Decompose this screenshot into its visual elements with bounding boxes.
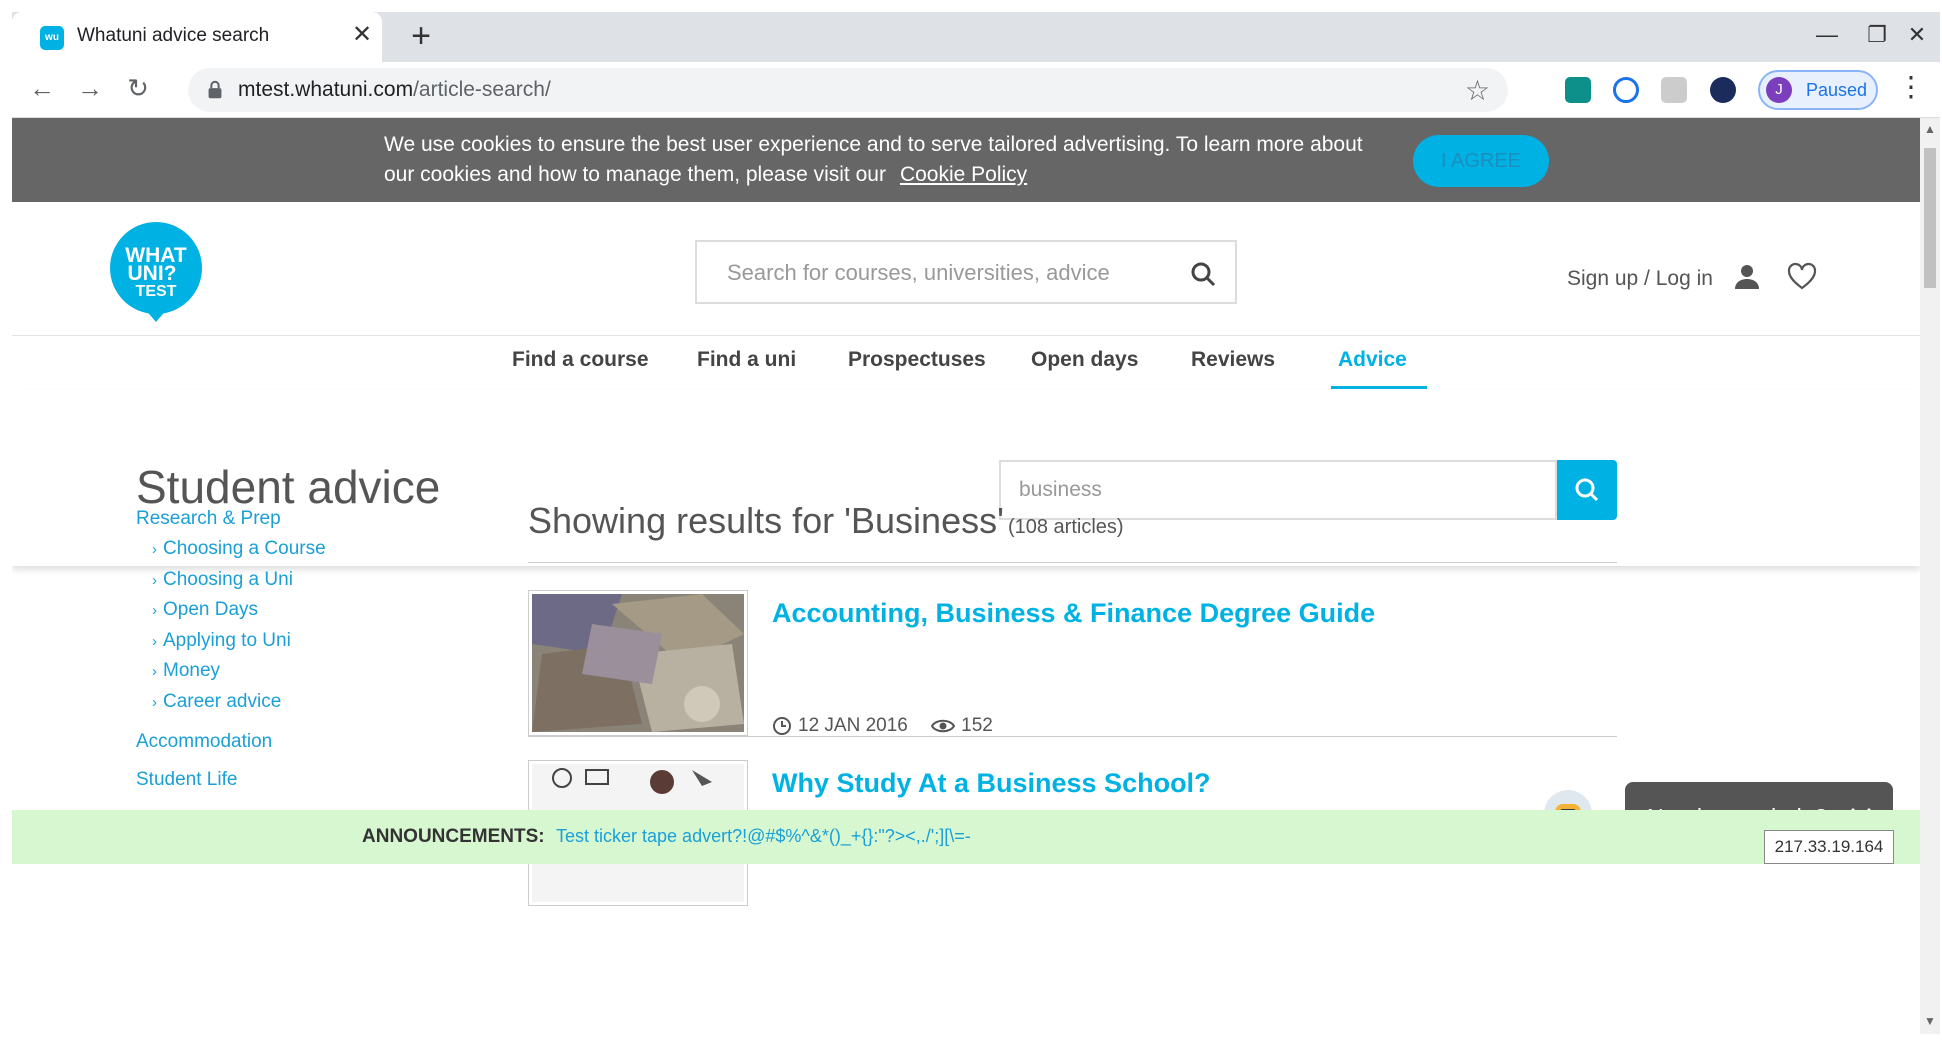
scroll-up-icon[interactable]: ▲: [1924, 122, 1936, 136]
results-count: (108 articles): [1007, 516, 1124, 538]
agree-button[interactable]: I AGREE: [1413, 135, 1549, 187]
tab-active[interactable]: wu Whatuni advice search ✕: [12, 12, 382, 62]
scroll-thumb[interactable]: [1924, 148, 1936, 288]
scroll-down-icon[interactable]: ▼: [1924, 1014, 1936, 1028]
close-window-icon[interactable]: ✕: [1892, 20, 1942, 50]
cookie-banner: We use cookies to ensure the best user e…: [12, 118, 1920, 202]
article-card[interactable]: Accounting, Business & Finance Degree Gu…: [528, 590, 1617, 740]
page-scrollbar[interactable]: ▲ ▼: [1920, 118, 1940, 1034]
sidebar-student-life[interactable]: Student Life: [136, 769, 237, 791]
chevron-right-icon: ›: [152, 633, 157, 650]
nav-open-days[interactable]: Open days: [1031, 348, 1138, 372]
favicon-icon: wu: [40, 26, 64, 50]
ticker-link[interactable]: Test ticker tape advert?!@#$%^&*()_+{}:"…: [556, 826, 971, 847]
tab-title: Whatuni advice search: [77, 25, 270, 46]
sidebar-item-choosing-uni[interactable]: › Choosing a Uni: [152, 569, 293, 591]
signup-login-link[interactable]: Sign up / Log in: [1567, 267, 1713, 291]
forward-icon[interactable]: →: [72, 70, 108, 106]
clock-icon: [773, 716, 791, 735]
page-title: Student advice: [136, 461, 441, 513]
profile-button[interactable]: J Paused: [1758, 70, 1878, 110]
avatar: J: [1766, 77, 1792, 103]
ip-address-badge: 217.33.19.164: [1764, 830, 1894, 864]
menu-icon[interactable]: ⋮: [1897, 72, 1925, 102]
extension-icon-4[interactable]: [1710, 77, 1736, 103]
chevron-right-icon: ›: [152, 663, 157, 680]
cookie-policy-link[interactable]: Cookie Policy: [900, 163, 1027, 186]
whatuni-logo[interactable]: WHAT UNI? TEST: [108, 220, 204, 324]
nav-reviews[interactable]: Reviews: [1191, 348, 1275, 372]
sidebar-item-career[interactable]: › Career advice: [152, 691, 281, 713]
nav-advice[interactable]: Advice: [1338, 348, 1407, 372]
nav-find-a-course[interactable]: Find a course: [512, 348, 649, 372]
browser-toolbar: ← → ↻ mtest.whatuni.com/article-search/ …: [12, 62, 1940, 118]
advice-search-button[interactable]: [1557, 460, 1617, 520]
results-heading: Showing results for 'Business' (108 artic…: [528, 500, 1124, 541]
user-icon[interactable]: [1732, 262, 1762, 292]
article-meta: 12 JAN 2016 152: [772, 715, 993, 737]
article-title[interactable]: Accounting, Business & Finance Degree Gu…: [772, 598, 1375, 629]
banknotes-image: [532, 594, 744, 732]
nav-prospectuses[interactable]: Prospectuses: [848, 348, 986, 372]
sidebar-item-choosing-course[interactable]: › Choosing a Course: [152, 538, 326, 560]
extension-icon-1[interactable]: [1565, 77, 1591, 103]
sidebar-item-applying[interactable]: › Applying to Uni: [152, 630, 291, 652]
results-divider: [528, 562, 1617, 563]
chevron-right-icon: ›: [152, 694, 157, 711]
active-tab-underline: [1331, 386, 1427, 389]
page-viewport: We use cookies to ensure the best user e…: [12, 118, 1920, 1034]
article-views: 152: [961, 715, 993, 736]
search-icon: [1575, 478, 1599, 502]
back-icon[interactable]: ←: [24, 70, 60, 106]
extension-icon-3[interactable]: [1661, 77, 1687, 103]
eye-icon: [931, 719, 956, 733]
nav-find-a-uni[interactable]: Find a uni: [697, 348, 796, 372]
lock-icon: [208, 80, 222, 99]
ticker-label: ANNOUNCEMENTS:: [362, 826, 545, 847]
svg-text:TEST: TEST: [136, 283, 177, 300]
profile-status: Paused: [1806, 80, 1868, 100]
new-tab-button[interactable]: +: [404, 19, 438, 54]
advice-search-value: business: [1019, 478, 1102, 501]
extension-icon-2[interactable]: [1613, 77, 1639, 103]
site-header: WHAT UNI? TEST Search for courses, unive…: [12, 202, 1920, 336]
sidebar-item-open-days[interactable]: › Open Days: [152, 599, 258, 621]
site-search-placeholder: Search for courses, universities, advice: [727, 260, 1110, 285]
article-divider: [528, 736, 1617, 737]
minimize-icon[interactable]: —: [1802, 20, 1852, 50]
main-nav: Find a course Find a uni Prospectuses Op…: [12, 336, 1920, 390]
article-date: 12 JAN 2016: [798, 715, 908, 736]
cookie-text: We use cookies to ensure the best user e…: [384, 133, 1363, 186]
heart-icon[interactable]: [1787, 262, 1817, 292]
close-tab-icon[interactable]: ✕: [347, 20, 377, 50]
address-bar[interactable]: mtest.whatuni.com/article-search/ ☆: [188, 68, 1508, 112]
chevron-right-icon: ›: [152, 602, 157, 619]
article-title[interactable]: Why Study At a Business School?: [772, 768, 1211, 799]
sidebar-research-prep[interactable]: Research & Prep: [136, 508, 281, 530]
browser-window: wu Whatuni advice search ✕ + — ❐ ✕ ← → ↻…: [12, 12, 1940, 1034]
sidebar-accommodation[interactable]: Accommodation: [136, 731, 272, 753]
reload-icon[interactable]: ↻: [120, 70, 156, 106]
article-thumbnail[interactable]: [528, 590, 748, 736]
bookmark-star-icon[interactable]: ☆: [1465, 74, 1490, 107]
tab-bar: wu Whatuni advice search ✕ + — ❐ ✕: [12, 12, 1940, 62]
sidebar-item-money[interactable]: › Money: [152, 660, 220, 682]
url-text: mtest.whatuni.com/article-search/: [238, 78, 551, 101]
site-search-field[interactable]: Search for courses, universities, advice: [695, 240, 1237, 304]
svg-text:UNI?: UNI?: [128, 262, 177, 285]
search-icon[interactable]: [1189, 260, 1217, 288]
chevron-right-icon: ›: [152, 541, 157, 558]
chevron-right-icon: ›: [152, 572, 157, 589]
announcement-ticker: ANNOUNCEMENTS: Test ticker tape advert?!…: [12, 810, 1920, 864]
